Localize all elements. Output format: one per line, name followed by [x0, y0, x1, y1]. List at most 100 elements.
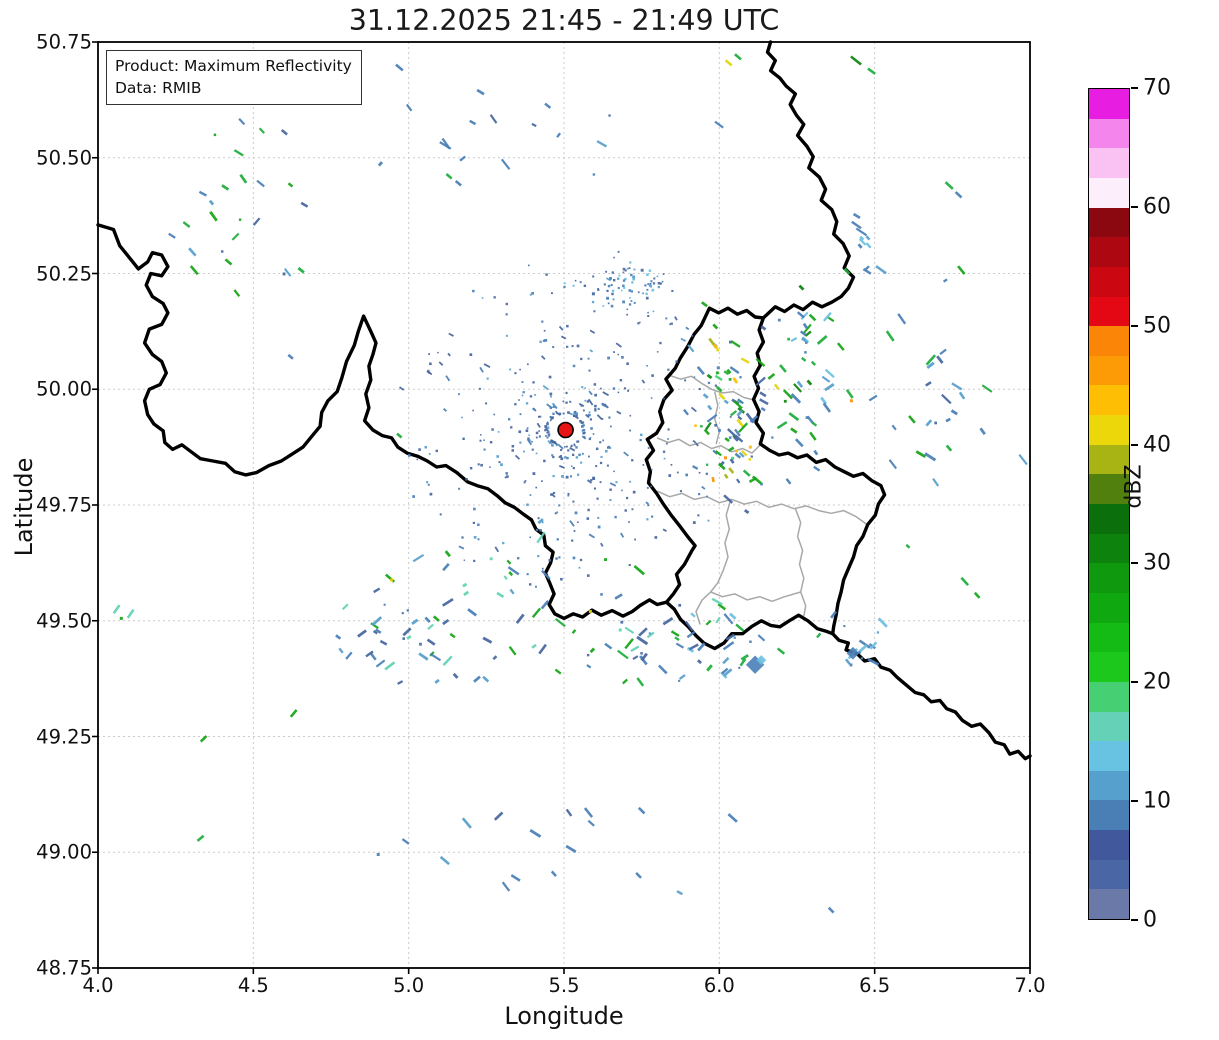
radar-echo	[463, 559, 466, 561]
radar-echo	[668, 474, 672, 477]
radar-echo	[787, 337, 790, 341]
radar-echo	[629, 480, 632, 483]
radar-echo	[221, 250, 224, 253]
radar-echo	[618, 628, 622, 632]
radar-echo	[626, 362, 629, 365]
radar-echo	[496, 455, 499, 458]
radar-echo	[582, 432, 585, 435]
radar-echo	[586, 517, 590, 520]
radar-echo	[594, 393, 597, 397]
radar-echo	[401, 612, 404, 615]
radar-echo	[662, 450, 666, 453]
radar-echo	[523, 481, 526, 484]
product-info-box: Product: Maximum Reflectivity Data: RMIB	[106, 50, 362, 105]
radar-echo	[610, 425, 612, 428]
radar-echo	[511, 449, 514, 452]
radar-echo	[607, 356, 610, 360]
radar-echo	[613, 279, 616, 282]
radar-echo	[728, 436, 732, 439]
radar-echo	[550, 493, 553, 496]
radar-echo	[549, 392, 553, 396]
radar-echo	[667, 368, 670, 371]
radar-echo	[589, 436, 592, 439]
radar-echo	[592, 173, 596, 176]
radar-echo	[572, 453, 575, 456]
radar-echo	[569, 400, 572, 403]
radar-echo	[647, 504, 650, 507]
radar-echo	[783, 399, 787, 403]
radar-echo	[647, 311, 649, 314]
radar-echo	[626, 313, 628, 316]
radar-echo	[650, 485, 652, 488]
radar-map-svg	[92, 40, 1032, 974]
radar-echo	[458, 487, 461, 490]
radar-echo	[500, 463, 503, 467]
colorbar-tick-label: 40	[1143, 432, 1171, 458]
radar-echo	[700, 425, 703, 428]
radar-echo	[578, 453, 581, 457]
radar-echo	[706, 495, 708, 498]
radar-echo	[610, 304, 614, 308]
radar-echo	[698, 493, 701, 496]
colorbar-band	[1089, 562, 1129, 593]
colorbar-tick-label: 70	[1143, 75, 1171, 101]
radar-echo	[489, 466, 491, 468]
radar-echo	[651, 288, 655, 292]
radar-echo	[556, 538, 559, 541]
radar-echo	[582, 409, 585, 412]
radar-echo	[637, 291, 640, 294]
radar-echo	[119, 616, 123, 620]
radar-echo	[652, 282, 656, 285]
radar-echo	[532, 381, 535, 384]
radar-echo	[629, 414, 632, 417]
radar-echo	[562, 412, 565, 415]
radar-echo	[588, 369, 591, 372]
radar-echo	[617, 353, 619, 356]
radar-echo	[697, 514, 700, 517]
radar-echo	[608, 416, 611, 419]
radar-echo	[656, 275, 659, 278]
radar-echo	[711, 476, 715, 483]
radar-echo	[592, 275, 595, 278]
radar-echo	[565, 401, 568, 404]
radar-echo	[605, 449, 608, 453]
radar-echo	[617, 250, 620, 253]
radar-echo	[718, 428, 721, 432]
radar-echo	[590, 427, 593, 430]
radar-echo	[564, 456, 567, 459]
radar-echo	[698, 471, 701, 474]
radar-echo	[550, 417, 553, 420]
radar-echo	[521, 381, 524, 383]
radar-echo	[418, 448, 421, 451]
radar-echo	[531, 448, 534, 451]
radar-echo	[612, 387, 616, 390]
radar-echo	[514, 403, 517, 406]
colorbar-tick-label: 60	[1143, 194, 1171, 220]
radar-echo	[428, 371, 431, 374]
radar-echo	[597, 407, 600, 410]
radar-echo	[580, 461, 583, 464]
colorbar-tick-label: 50	[1143, 313, 1171, 339]
radar-echo	[502, 541, 505, 545]
radar-echo	[407, 454, 411, 457]
radar-echo	[543, 459, 546, 463]
radar-echo	[541, 320, 544, 323]
radar-echo	[665, 317, 668, 320]
radar-echo	[461, 416, 463, 419]
radar-echo	[631, 508, 634, 511]
radar-echo	[678, 603, 682, 607]
radar-echo	[517, 557, 520, 560]
radar-echo	[606, 289, 609, 292]
colorbar-tick-mark	[1131, 562, 1138, 565]
radar-echo	[599, 461, 603, 465]
radar-echo	[684, 379, 687, 382]
colorbar-band	[1089, 147, 1129, 178]
radar-echo	[613, 256, 615, 259]
radar-echo	[532, 472, 536, 475]
radar-echo	[578, 566, 581, 569]
radar-echo	[576, 440, 579, 443]
radar-echo	[534, 394, 537, 396]
radar-echo	[478, 387, 481, 390]
radar-echo	[538, 435, 541, 438]
radar-echo	[607, 302, 610, 305]
